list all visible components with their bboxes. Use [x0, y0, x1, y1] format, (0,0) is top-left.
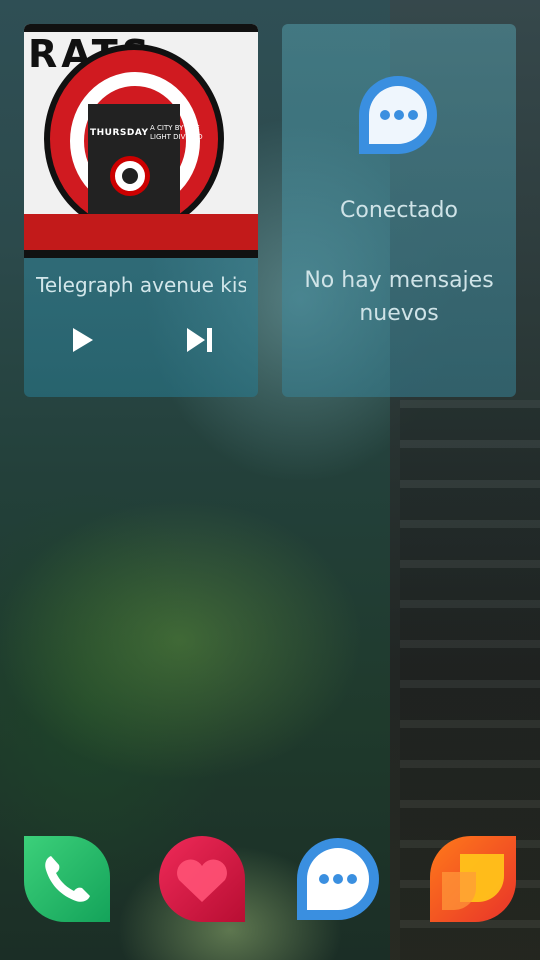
next-track-button[interactable]: [180, 320, 220, 360]
phone-icon[interactable]: [24, 836, 110, 922]
album-title: A CITY BY THE LIGHT DIVIDED: [150, 124, 203, 141]
track-title: Telegraph avenue kiss: [36, 273, 246, 297]
skip-next-icon: [187, 328, 212, 352]
play-icon: [73, 328, 93, 352]
messages-icon: [359, 76, 437, 154]
messages-cover-card[interactable]: Conectado No hay mensajes nuevos: [282, 24, 516, 397]
play-button[interactable]: [63, 320, 103, 360]
album-art: RATS THURSDAY A CITY BY THE LIGHT DIVIDE…: [24, 24, 258, 258]
messages-app-icon[interactable]: [295, 836, 381, 922]
album-band-name: THURSDAY: [90, 128, 149, 138]
people-icon[interactable]: [159, 836, 245, 922]
no-messages-text: No hay mensajes nuevos: [304, 268, 494, 326]
music-cover-card[interactable]: RATS THURSDAY A CITY BY THE LIGHT DIVIDE…: [24, 24, 258, 397]
store-icon[interactable]: [430, 836, 516, 922]
connection-status: Conectado: [340, 198, 458, 223]
